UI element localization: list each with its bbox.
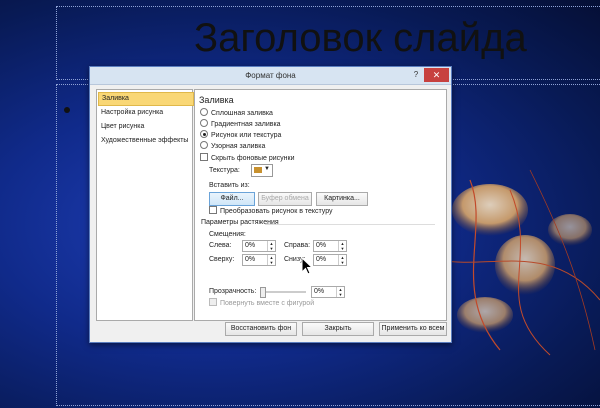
option-label: Узорная заливка xyxy=(211,143,266,150)
spinner-arrows-icon[interactable]: ▲ ▼ xyxy=(338,255,346,265)
spinner-arrows-icon[interactable]: ▲ ▼ xyxy=(267,241,275,251)
checkbox-icon[interactable] xyxy=(209,206,217,215)
bullet-marker xyxy=(64,107,70,113)
spinner-value: 0% xyxy=(314,288,325,295)
fill-panel: Заливка Сплошная заливка Градиентная зал… xyxy=(194,89,447,321)
slide-title[interactable]: Заголовок слайда xyxy=(194,16,527,61)
option-label: Сплошная заливка xyxy=(211,110,273,117)
rotate-with-shape-checkbox[interactable]: Повернуть вместе с фигурой xyxy=(209,298,315,309)
dialog-title: Формат фона xyxy=(245,71,296,80)
checkbox-icon[interactable] xyxy=(200,153,208,162)
top-offset-label: Сверху: xyxy=(209,256,235,263)
checkbox-icon[interactable] xyxy=(209,298,217,307)
mouse-pointer-icon xyxy=(301,257,313,275)
bottom-offset-spinner[interactable]: 0% ▲ ▼ xyxy=(313,254,347,266)
checkbox-label: Скрыть фоновые рисунки xyxy=(211,155,295,162)
nav-item-artistic-effects[interactable]: Художественные эффекты xyxy=(98,135,192,147)
clipboard-button[interactable]: Буфер обмена xyxy=(258,192,312,206)
radio-icon[interactable] xyxy=(200,108,208,117)
close-icon[interactable]: ✕ xyxy=(424,68,449,82)
transparency-spinner[interactable]: 0% ▲ ▼ xyxy=(311,286,345,298)
checkbox-label: Повернуть вместе с фигурой xyxy=(220,300,315,307)
option-label: Градиентная заливка xyxy=(211,121,281,128)
radio-selected-icon[interactable] xyxy=(200,130,208,139)
texture-dropdown[interactable]: ▼ xyxy=(251,164,273,177)
reset-background-button[interactable]: Восстановить фон xyxy=(225,322,297,336)
chevron-down-icon: ▼ xyxy=(264,166,270,172)
dialog-titlebar[interactable]: Формат фона ? ✕ xyxy=(90,67,451,85)
right-offset-spinner[interactable]: 0% ▲ ▼ xyxy=(313,240,347,252)
spinner-arrows-icon[interactable]: ▲ ▼ xyxy=(336,287,344,297)
apply-to-all-button[interactable]: Применить ко всем xyxy=(379,322,447,336)
offsets-label: Смещения: xyxy=(209,231,246,238)
radio-icon[interactable] xyxy=(200,119,208,128)
close-button[interactable]: Закрыть xyxy=(302,322,374,336)
top-offset-spinner[interactable]: 0% ▲ ▼ xyxy=(242,254,276,266)
right-offset-label: Справа: xyxy=(284,242,311,249)
spinner-value: 0% xyxy=(245,256,256,263)
texture-label: Текстура: xyxy=(209,167,240,174)
left-offset-label: Слева: xyxy=(209,242,232,249)
spinner-value: 0% xyxy=(316,256,327,263)
jellyfish-image xyxy=(439,169,600,356)
nav-item-fill[interactable]: Заливка xyxy=(98,92,194,106)
clipart-button[interactable]: Картинка... xyxy=(316,192,368,206)
transparency-slider[interactable] xyxy=(260,287,306,298)
tile-texture-checkbox[interactable]: Преобразовать рисунок в текстуру xyxy=(209,206,333,217)
help-icon[interactable]: ? xyxy=(410,69,422,81)
checkbox-label: Преобразовать рисунок в текстуру xyxy=(220,208,333,215)
spinner-value: 0% xyxy=(316,242,327,249)
file-button[interactable]: Файл... xyxy=(209,192,255,206)
format-background-dialog: Формат фона ? ✕ Заливка Настройка рисунк… xyxy=(89,66,452,343)
insert-from-label: Вставить из: xyxy=(209,182,250,189)
option-pattern-fill[interactable]: Узорная заливка xyxy=(200,141,266,152)
slider-thumb[interactable] xyxy=(260,287,266,298)
radio-icon[interactable] xyxy=(200,141,208,150)
spinner-arrows-icon[interactable]: ▲ ▼ xyxy=(267,255,275,265)
divider xyxy=(265,224,435,225)
option-label: Рисунок или текстура xyxy=(211,132,282,139)
texture-swatch-icon xyxy=(254,167,262,173)
spinner-arrows-icon[interactable]: ▲ ▼ xyxy=(338,241,346,251)
fill-heading: Заливка xyxy=(199,95,234,105)
option-solid-fill[interactable]: Сплошная заливка xyxy=(200,108,273,119)
option-picture-texture-fill[interactable]: Рисунок или текстура xyxy=(200,130,282,141)
transparency-label: Прозрачность: xyxy=(209,288,257,295)
left-offset-spinner[interactable]: 0% ▲ ▼ xyxy=(242,240,276,252)
category-list: Заливка Настройка рисунка Цвет рисунка Х… xyxy=(96,89,194,321)
hide-background-checkbox[interactable]: Скрыть фоновые рисунки xyxy=(200,153,295,164)
spinner-value: 0% xyxy=(245,242,256,249)
nav-item-picture-color[interactable]: Цвет рисунка xyxy=(98,121,192,133)
nav-item-picture-corrections[interactable]: Настройка рисунка xyxy=(98,107,192,119)
option-gradient-fill[interactable]: Градиентная заливка xyxy=(200,119,281,130)
